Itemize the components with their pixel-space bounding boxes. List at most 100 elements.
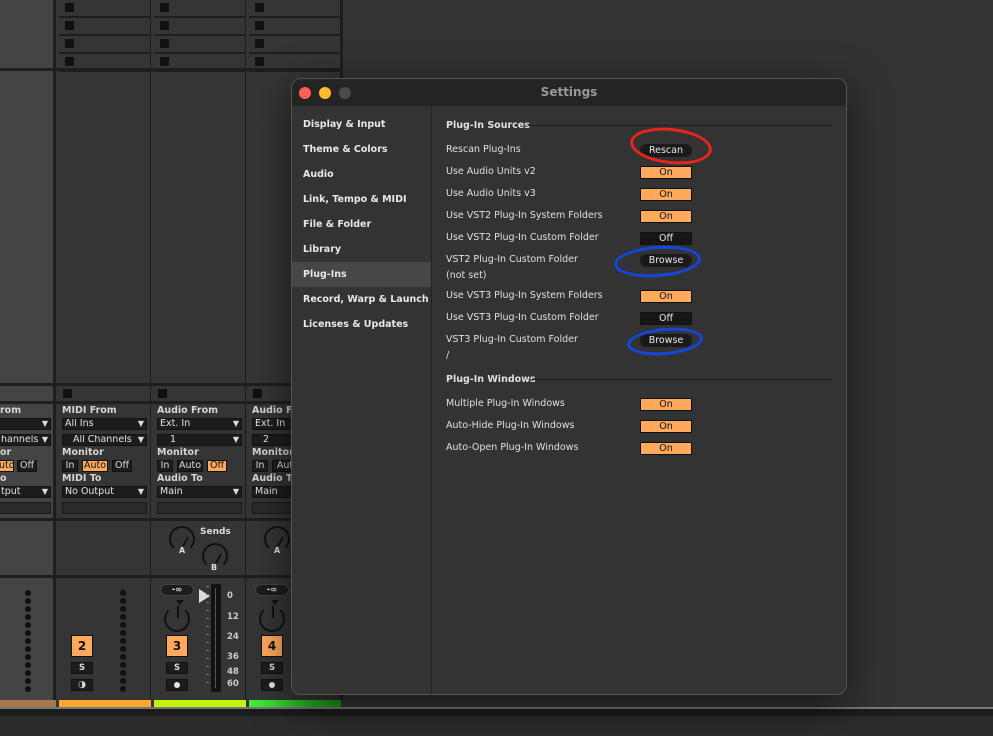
db-tick bbox=[206, 626, 209, 627]
section-heading-plugin-windows: Plug-In Windows bbox=[446, 374, 536, 385]
vst3-system-label: Use VST3 Plug-In System Folders bbox=[446, 290, 603, 301]
sidebar-item-theme-colors[interactable]: Theme & Colors bbox=[292, 137, 431, 162]
stop-clip-button[interactable] bbox=[158, 389, 167, 398]
track1-monitor-label: or bbox=[0, 447, 12, 458]
track3-input-channel-dropdown[interactable]: 1 ▼ bbox=[157, 434, 242, 446]
sidebar-item-library[interactable]: Library bbox=[292, 237, 431, 262]
clip-slot[interactable] bbox=[154, 36, 246, 54]
sidebar-item-link-tempo-midi[interactable]: Link, Tempo & MIDI bbox=[292, 187, 431, 212]
db-tick bbox=[206, 602, 209, 603]
track1-input-channel-dropdown[interactable]: hannels ▼ bbox=[0, 434, 51, 446]
track4-volume-display[interactable]: -∞ bbox=[255, 584, 289, 596]
meter-led bbox=[120, 614, 126, 620]
sidebar-item-display-input[interactable]: Display & Input bbox=[292, 112, 431, 137]
track1-monitor-auto[interactable]: uto bbox=[0, 460, 15, 472]
track2-monitor-off[interactable]: Off bbox=[112, 460, 132, 472]
fader-handle-icon[interactable] bbox=[199, 589, 210, 603]
track1-to-label: o bbox=[0, 473, 7, 484]
clip-stop-icon[interactable] bbox=[255, 21, 264, 30]
clip-slot[interactable] bbox=[249, 18, 341, 36]
clip-slot[interactable] bbox=[249, 36, 341, 54]
track4-solo-button[interactable]: S bbox=[261, 662, 283, 674]
au-v3-toggle[interactable]: On bbox=[640, 188, 692, 201]
meter-led bbox=[25, 670, 31, 676]
track4-arm-button[interactable] bbox=[261, 679, 283, 691]
track2-output-channel[interactable] bbox=[62, 502, 147, 514]
clip-stop-icon[interactable] bbox=[65, 3, 74, 12]
db-scale-label: 12 bbox=[227, 612, 239, 622]
vst3-custom-use-toggle[interactable]: Off bbox=[640, 312, 692, 325]
clip-slot[interactable] bbox=[59, 0, 151, 18]
settings-sidebar: Display & Input Theme & Colors Audio Link, … bbox=[292, 106, 432, 694]
clip-slot[interactable] bbox=[249, 0, 341, 18]
au-v2-toggle[interactable]: On bbox=[640, 166, 692, 179]
clip-slot[interactable] bbox=[59, 36, 151, 54]
track2-input-channel-dropdown[interactable]: All Channels ▼ bbox=[62, 434, 147, 446]
track3-monitor-off[interactable]: Off bbox=[207, 460, 227, 472]
clip-stop-icon[interactable] bbox=[255, 39, 264, 48]
track3-monitor-auto[interactable]: Auto bbox=[177, 460, 203, 472]
track2-activator[interactable]: 2 bbox=[71, 635, 93, 657]
track2-midi-arm-button[interactable]: ◑ bbox=[71, 679, 93, 691]
track3-input-type-dropdown[interactable]: Ext. In ▼ bbox=[157, 418, 242, 430]
clip-slot[interactable] bbox=[59, 18, 151, 36]
multiple-windows-toggle[interactable]: On bbox=[640, 398, 692, 411]
sidebar-item-audio[interactable]: Audio bbox=[292, 162, 431, 187]
track2-to-label: MIDI To bbox=[62, 473, 102, 484]
sidebar-item-record-warp-launch[interactable]: Record, Warp & Launch bbox=[292, 287, 431, 312]
track4-monitor-in[interactable]: In bbox=[252, 460, 268, 472]
clip-slot[interactable] bbox=[154, 18, 246, 36]
clip-stop-icon[interactable] bbox=[65, 57, 74, 66]
stop-clip-button[interactable] bbox=[63, 389, 72, 398]
track3-output-channel[interactable] bbox=[157, 502, 242, 514]
track2-monitor-in[interactable]: In bbox=[62, 460, 78, 472]
track3-arm-button[interactable] bbox=[166, 679, 188, 691]
vst3-system-toggle[interactable]: On bbox=[640, 290, 692, 303]
vst2-custom-use-toggle[interactable]: Off bbox=[640, 232, 692, 245]
auto-open-toggle[interactable]: On bbox=[640, 442, 692, 455]
track4-pan-knob[interactable] bbox=[259, 600, 285, 632]
track3-solo-button[interactable]: S bbox=[166, 662, 188, 674]
vst2-browse-button[interactable]: Browse bbox=[640, 254, 692, 267]
sidebar-item-plug-ins[interactable]: Plug-Ins bbox=[292, 262, 431, 287]
clip-stop-icon[interactable] bbox=[160, 21, 169, 30]
track4-from-label: Audio Fr bbox=[252, 405, 297, 416]
section-heading-plugin-sources: Plug-In Sources bbox=[446, 120, 530, 131]
meter-led bbox=[120, 638, 126, 644]
stop-clip-button[interactable] bbox=[253, 389, 262, 398]
track3-monitor-in[interactable]: In bbox=[157, 460, 173, 472]
track1-output-channel[interactable] bbox=[0, 502, 51, 514]
rescan-button[interactable]: Rescan bbox=[640, 144, 692, 157]
clip-slot[interactable] bbox=[154, 0, 246, 18]
track3-volume-display[interactable]: -∞ bbox=[160, 584, 194, 596]
title-bar[interactable]: Settings bbox=[292, 79, 846, 106]
auto-hide-toggle[interactable]: On bbox=[640, 420, 692, 433]
meter-led bbox=[120, 630, 126, 636]
track1-input-type-dropdown[interactable]: ▼ bbox=[0, 418, 51, 430]
vst3-browse-button[interactable]: Browse bbox=[640, 334, 692, 347]
clip-stop-icon[interactable] bbox=[160, 3, 169, 12]
clip-stop-icon[interactable] bbox=[65, 21, 74, 30]
track3-pan-knob[interactable] bbox=[164, 600, 190, 632]
clip-stop-icon[interactable] bbox=[255, 3, 264, 12]
clip-stop-icon[interactable] bbox=[65, 39, 74, 48]
au-v2-label: Use Audio Units v2 bbox=[446, 166, 536, 177]
track2-monitor-auto[interactable]: Auto bbox=[82, 460, 108, 472]
track1-output-dropdown[interactable]: tput ▼ bbox=[0, 486, 51, 498]
track3-activator[interactable]: 3 bbox=[166, 635, 188, 657]
sidebar-item-file-folder[interactable]: File & Folder bbox=[292, 212, 431, 237]
vst2-system-toggle[interactable]: On bbox=[640, 210, 692, 223]
track3-volume-fader[interactable] bbox=[211, 584, 221, 692]
track2-output-dropdown[interactable]: No Output ▼ bbox=[62, 486, 147, 498]
track3-output-dropdown[interactable]: Main ▼ bbox=[157, 486, 242, 498]
track1-monitor-off[interactable]: Off bbox=[17, 460, 37, 472]
track2-solo-button[interactable]: S bbox=[71, 662, 93, 674]
clip-stop-icon[interactable] bbox=[160, 57, 169, 66]
track4-activator[interactable]: 4 bbox=[261, 635, 283, 657]
clip-stop-icon[interactable] bbox=[255, 57, 264, 66]
track2-input-type-dropdown[interactable]: All Ins ▼ bbox=[62, 418, 147, 430]
sidebar-item-licenses-updates[interactable]: Licenses & Updates bbox=[292, 312, 431, 337]
meter-led bbox=[25, 678, 31, 684]
clip-stop-icon[interactable] bbox=[160, 39, 169, 48]
track2-color bbox=[59, 700, 151, 707]
